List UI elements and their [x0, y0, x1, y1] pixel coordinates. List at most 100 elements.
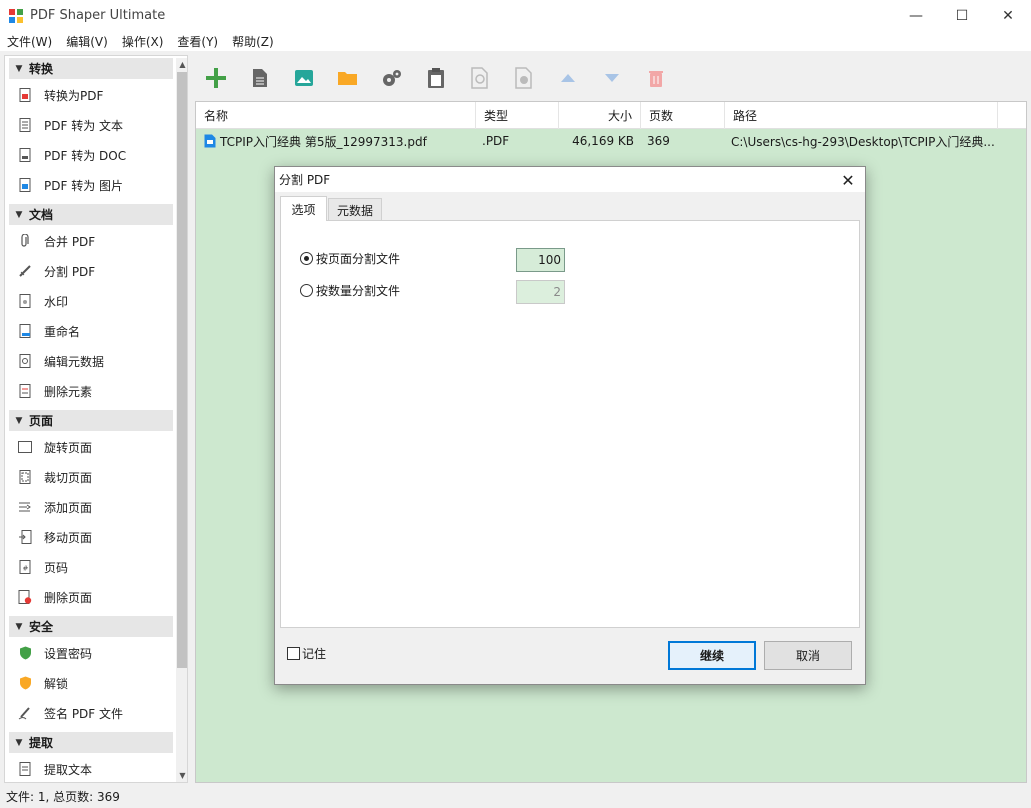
menu-view[interactable]: 查看(Y)	[170, 33, 225, 50]
sidebar-item-label: 设置密码	[44, 646, 93, 661]
info-icon[interactable]	[502, 60, 546, 96]
sidebar-item-page-numbers[interactable]: # 页码	[15, 556, 173, 578]
remember-checkbox[interactable]	[287, 647, 300, 660]
move-down-icon[interactable]	[590, 60, 634, 96]
sidebar-group-document[interactable]: ▼ 文档	[9, 204, 173, 225]
close-button[interactable]: ✕	[985, 0, 1031, 31]
radio-row-by-pages[interactable]: 按页面分割文件	[300, 250, 400, 267]
sidebar-item-label: 裁切页面	[44, 470, 93, 485]
sidebar-item-label: 签名 PDF 文件	[44, 706, 124, 721]
sidebar-item-label: 删除页面	[44, 590, 93, 605]
menu-edit[interactable]: 编辑(V)	[59, 33, 115, 50]
sidebar-item-pdf-to-image[interactable]: PDF 转为 图片	[15, 174, 173, 196]
find-icon[interactable]	[458, 60, 502, 96]
sidebar-item-pdf-to-doc[interactable]: PDF 转为 DOC	[15, 144, 173, 166]
app-logo-icon	[8, 8, 24, 24]
sidebar-group-pages[interactable]: ▼ 页面	[9, 410, 173, 431]
list-header: 名称 类型 大小 页数 路径	[196, 102, 1026, 129]
maximize-button[interactable]: ☐	[939, 0, 985, 31]
image-icon[interactable]	[282, 60, 326, 96]
close-icon[interactable]: ✕	[837, 169, 859, 191]
split-by-pages-radio[interactable]	[300, 252, 313, 265]
sidebar-item-label: PDF 转为 文本	[44, 118, 124, 133]
sidebar-item-merge[interactable]: 合并 PDF	[15, 230, 173, 252]
status-bar: 文件: 1, 总页数: 369	[0, 785, 1031, 808]
sidebar: ▼ 转换 转换为PDF PDF 转为 文本 PDF 转为 DOC PDF 转为 …	[4, 55, 188, 783]
sidebar-item-extract-text[interactable]: 提取文本	[15, 758, 173, 780]
cancel-button[interactable]: 取消	[764, 641, 852, 670]
sidebar-item-unlock[interactable]: 解锁	[15, 672, 173, 694]
tab-options[interactable]: 选项	[280, 196, 327, 221]
remember-checkbox-row[interactable]: 记住	[287, 645, 326, 662]
sidebar-item-edit-metadata[interactable]: 编辑元数据	[15, 350, 173, 372]
image-icon	[18, 178, 32, 192]
sidebar-item-label: 删除元素	[44, 384, 93, 399]
add-page-icon	[18, 500, 32, 514]
sidebar-item-label: 提取文本	[44, 762, 93, 777]
file-name: TCPIP入门经典 第5版_12997313.pdf	[220, 134, 427, 149]
title-bar: PDF Shaper Ultimate — ☐ ✕	[0, 0, 1031, 31]
settings-icon[interactable]	[370, 60, 414, 96]
file-count-input[interactable]: 2	[516, 280, 565, 304]
column-header-type[interactable]: 类型	[476, 102, 559, 129]
sidebar-group-extract[interactable]: ▼ 提取	[9, 732, 173, 753]
move-page-icon	[18, 530, 32, 544]
window-title: PDF Shaper Ultimate	[30, 8, 166, 23]
folder-icon[interactable]	[326, 60, 370, 96]
sidebar-group-label: 文档	[29, 208, 54, 222]
options-panel: 按页面分割文件 100 按数量分割文件 2	[280, 220, 860, 628]
sidebar-group-security[interactable]: ▼ 安全	[9, 616, 173, 637]
file-path: C:\Users\cs-hg-293\Desktop\TCPIP入门经典...	[731, 134, 995, 149]
scroll-thumb[interactable]	[177, 72, 187, 668]
sidebar-item-label: 页码	[44, 560, 69, 575]
sidebar-item-rename[interactable]: 重命名	[15, 320, 173, 342]
trash-icon[interactable]	[634, 60, 678, 96]
sidebar-scrollbar[interactable]: ▲ ▼	[176, 58, 187, 782]
column-header-pages[interactable]: 页数	[641, 102, 725, 129]
sidebar-item-label: 旋转页面	[44, 440, 93, 455]
sidebar-group-label: 提取	[29, 736, 54, 750]
sidebar-item-add-page[interactable]: 添加页面	[15, 496, 173, 518]
add-icon[interactable]	[194, 60, 238, 96]
column-header-size[interactable]: 大小	[559, 102, 641, 129]
menu-help[interactable]: 帮助(Z)	[225, 33, 281, 50]
sidebar-item-sign-pdf[interactable]: 签名 PDF 文件	[15, 702, 173, 724]
scroll-down-icon[interactable]: ▼	[176, 769, 187, 782]
table-row[interactable]: TCPIP入门经典 第5版_12997313.pdf .PDF 46,169 K…	[196, 130, 1026, 152]
continue-button[interactable]: 继续	[668, 641, 756, 670]
sidebar-item-pdf-to-text[interactable]: PDF 转为 文本	[15, 114, 173, 136]
sidebar-item-to-pdf[interactable]: 转换为PDF	[15, 84, 173, 106]
sidebar-item-rotate[interactable]: 旋转页面	[15, 436, 173, 458]
scroll-up-icon[interactable]: ▲	[176, 58, 187, 71]
sidebar-item-watermark[interactable]: 水印	[15, 290, 173, 312]
sidebar-item-move-page[interactable]: 移动页面	[15, 526, 173, 548]
clipboard-icon[interactable]	[414, 60, 458, 96]
doc-icon	[18, 148, 32, 162]
sidebar-group-convert[interactable]: ▼ 转换	[9, 58, 173, 79]
move-up-icon[interactable]	[546, 60, 590, 96]
sidebar-item-label: 重命名	[44, 324, 81, 339]
menu-file[interactable]: 文件(W)	[0, 33, 59, 50]
sidebar-item-set-password[interactable]: 设置密码	[15, 642, 173, 664]
sidebar-item-label: PDF 转为 DOC	[44, 148, 127, 163]
metadata-icon	[18, 354, 32, 368]
tab-metadata[interactable]: 元数据	[328, 198, 382, 221]
radio-row-by-count[interactable]: 按数量分割文件	[300, 282, 400, 299]
minimize-button[interactable]: —	[893, 0, 939, 31]
sidebar-item-crop[interactable]: 裁切页面	[15, 466, 173, 488]
split-icon	[18, 264, 32, 278]
sidebar-item-delete-page[interactable]: 删除页面	[15, 586, 173, 608]
pages-per-file-input[interactable]: 100	[516, 248, 565, 272]
file-size: 46,169 KB	[572, 134, 634, 148]
column-header-name[interactable]: 名称	[196, 102, 476, 129]
file-pages: 369	[647, 134, 670, 148]
document-icon[interactable]	[238, 60, 282, 96]
sidebar-item-label: 转换为PDF	[44, 88, 104, 103]
sidebar-item-split[interactable]: 分割 PDF	[15, 260, 173, 282]
sidebar-item-remove-elements[interactable]: 删除元素	[15, 380, 173, 402]
column-header-path[interactable]: 路径	[725, 102, 998, 129]
svg-text:#: #	[22, 565, 28, 573]
menu-actions[interactable]: 操作(X)	[115, 33, 171, 50]
split-by-count-radio[interactable]	[300, 284, 313, 297]
sidebar-item-label: 添加页面	[44, 500, 93, 515]
